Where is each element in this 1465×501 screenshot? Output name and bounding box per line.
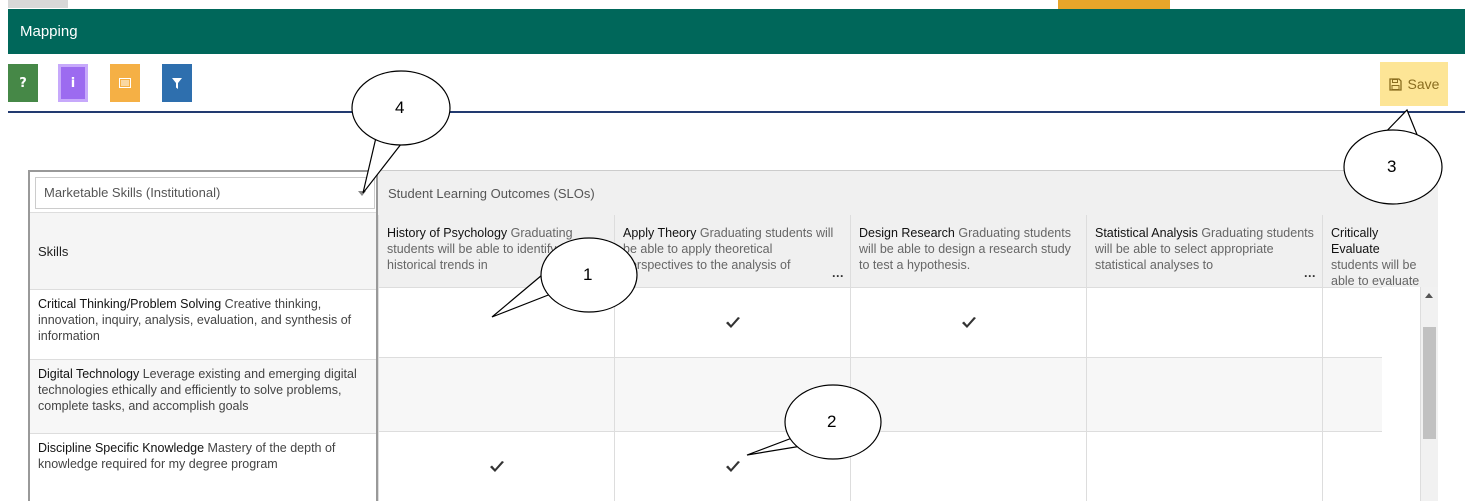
callout-overlay <box>351 70 1443 460</box>
callout-1-number: 1 <box>583 265 593 284</box>
callout-2-number: 2 <box>827 412 837 431</box>
callout-3-number: 3 <box>1387 157 1397 176</box>
callout-4 <box>351 70 451 194</box>
callout-4-number: 4 <box>395 98 405 117</box>
callout-2 <box>746 384 882 460</box>
callout-1 <box>491 237 638 318</box>
